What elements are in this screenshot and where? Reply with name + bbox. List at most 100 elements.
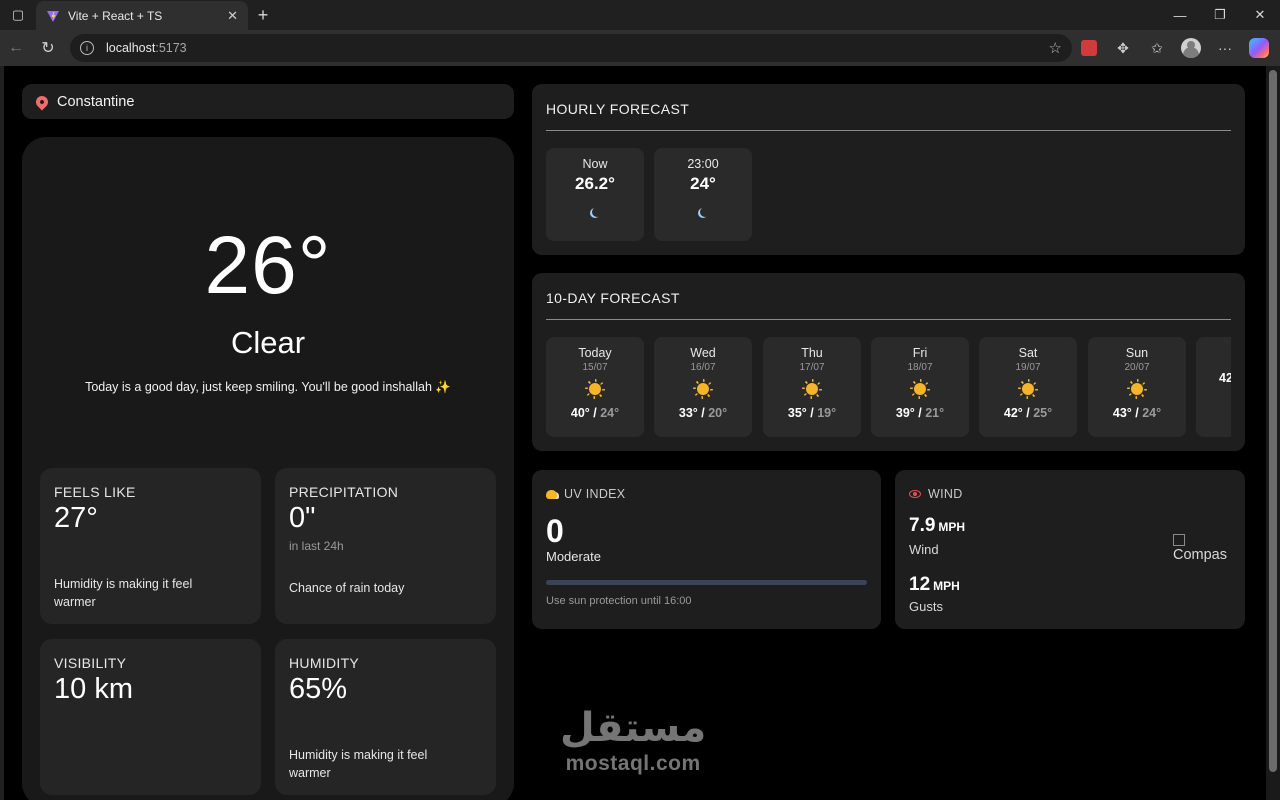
favorites-icon[interactable]: ✩ <box>1146 37 1168 59</box>
day-strip[interactable]: Today 15/07 40° / 24° Wed 16/07 33° / 20… <box>546 337 1231 437</box>
back-icon[interactable]: ← <box>0 33 32 63</box>
address-bar[interactable]: i localhost:5173 ☆ <box>70 34 1072 62</box>
hourly-time: Now <box>582 157 608 171</box>
sun-icon <box>1131 383 1143 395</box>
day-item: 42 <box>1196 337 1231 437</box>
star-icon[interactable]: ☆ <box>1049 39 1062 57</box>
day-high-low: 40° / 24° <box>570 406 620 420</box>
day-high-low: 42° / 25° <box>1003 406 1053 420</box>
day-high: 39° <box>895 406 915 420</box>
wind-header: WIND <box>909 487 963 501</box>
sun-icon <box>914 383 926 395</box>
humidity-value: 65% <box>289 673 348 705</box>
day-name: Thu <box>801 346 823 360</box>
wind-gusts-label: Gusts <box>909 599 943 614</box>
day-high-low: 43° / 24° <box>1112 406 1162 420</box>
hourly-divider <box>546 130 1231 131</box>
info-icon[interactable]: i <box>80 41 94 55</box>
day-low: 20° <box>708 406 728 420</box>
wind-gusts-unit: MPH <box>933 579 960 593</box>
restore-icon[interactable]: ❐ <box>1200 0 1240 30</box>
day-high-low: 39° / 21° <box>895 406 945 420</box>
page-viewport: Constantine 26° Clear Today is a good da… <box>4 66 1266 800</box>
precipitation-period: in last 24h <box>289 539 344 553</box>
day-high: 43° <box>1112 406 1132 420</box>
url-text[interactable]: localhost:5173 <box>106 41 1049 55</box>
window-close-icon[interactable]: ✕ <box>1240 0 1280 30</box>
day-name: Sun <box>1125 346 1149 360</box>
profile-icon[interactable] <box>1180 37 1202 59</box>
ten-day-forecast-card: 10-DAY FORECAST Today 15/07 40° / 24° We… <box>532 273 1245 451</box>
wind-speed-label: Wind <box>909 542 939 557</box>
puzzle-icon[interactable]: ✥ <box>1112 37 1134 59</box>
day-item: Today 15/07 40° / 24° <box>546 337 644 437</box>
humidity-card: HUMIDITY 65% Humidity is making it feel … <box>275 639 496 795</box>
eye-icon <box>909 490 921 498</box>
watermark: مستقل mostaql.com <box>560 704 706 776</box>
tenday-divider <box>546 319 1231 320</box>
watermark-arabic: مستقل <box>560 705 707 751</box>
day-date: 16/07 <box>690 362 716 373</box>
daily-message: Today is a good day, just keep smiling. … <box>85 380 451 394</box>
feels-like-value: 27° <box>54 502 98 534</box>
day-high-low: 35° / 19° <box>787 406 837 420</box>
hourly-forecast-card: HOURLY FORECAST Now 26.2° 23:00 24° <box>532 84 1245 255</box>
day-item: Sun 20/07 43° / 24° <box>1088 337 1186 437</box>
sun-icon <box>697 383 709 395</box>
tab-actions-icon[interactable]: ▢ <box>0 0 36 30</box>
current-temperature: 26° <box>204 220 332 311</box>
location-name: Constantine <box>57 93 135 110</box>
wind-speed: 7.9 MPH <box>909 515 965 537</box>
current-weather-panel: 26° Clear Today is a good day, just keep… <box>22 137 514 800</box>
tenday-title: 10-DAY FORECAST <box>546 290 680 306</box>
wind-title: WIND <box>928 487 963 501</box>
window-controls: — ❐ ✕ <box>1160 0 1280 30</box>
uv-value: 0 <box>546 513 564 549</box>
day-item: Thu 17/07 35° / 19° <box>763 337 861 437</box>
day-date: 15/07 <box>582 362 608 373</box>
wind-gusts: 12 MPH <box>909 574 960 596</box>
humidity-note: Humidity is making it feel warmer <box>289 748 428 780</box>
hourly-item: Now 26.2° <box>546 148 644 241</box>
wind-card: WIND 7.9 MPH Wind 12 MPH Gusts Compas <box>895 470 1245 629</box>
day-name: Wed <box>690 346 716 360</box>
scrollbar-thumb[interactable] <box>1269 70 1277 772</box>
day-low: 21° <box>925 406 945 420</box>
url-host: localhost <box>106 41 156 55</box>
day-high: 40° <box>570 406 590 420</box>
copilot-icon[interactable] <box>1248 37 1270 59</box>
plus-icon[interactable]: + <box>248 0 278 30</box>
day-name: Fri <box>912 346 928 360</box>
visibility-card: VISIBILITY 10 km <box>40 639 261 795</box>
precipitation-note: Chance of rain today <box>289 581 405 595</box>
uv-index-card: UV INDEX 0 Moderate Use sun protection u… <box>532 470 881 629</box>
page-scrollbar[interactable] <box>1266 66 1280 800</box>
toolbar-icons: ✥ ✩ ··· <box>1078 34 1270 62</box>
refresh-icon[interactable]: ↻ <box>32 33 64 63</box>
day-date: 17/07 <box>799 362 825 373</box>
uv-level: Moderate <box>546 549 601 564</box>
minimize-icon[interactable]: — <box>1160 0 1200 30</box>
hourly-temp: 24° <box>690 174 716 193</box>
tab-title: Vite + React + TS <box>68 9 163 23</box>
hourly-time: 23:00 <box>687 157 719 171</box>
feels-like-card: FEELS LIKE 27° Humidity is making it fee… <box>40 468 261 624</box>
visibility-value: 10 km <box>54 673 133 705</box>
extension-icon[interactable] <box>1078 37 1100 59</box>
day-high: 42 <box>1219 371 1231 385</box>
close-icon[interactable]: ✕ <box>227 8 238 24</box>
precipitation-value: 0" <box>289 502 316 534</box>
day-date: 19/07 <box>1015 362 1041 373</box>
visibility-label: VISIBILITY <box>54 655 127 671</box>
hourly-temp: 26.2° <box>575 174 615 193</box>
sun-icon <box>1022 383 1034 395</box>
moon-icon <box>700 207 710 217</box>
more-icon[interactable]: ··· <box>1214 37 1236 59</box>
sun-cloud-icon <box>546 489 557 499</box>
day-item: Sat 19/07 42° / 25° <box>979 337 1077 437</box>
uv-note: Use sun protection until 16:00 <box>546 595 692 607</box>
browser-titlebar: ▢ Vite + React + TS ✕ + — ❐ ✕ <box>0 0 1280 31</box>
browser-tab[interactable]: Vite + React + TS ✕ <box>36 1 248 31</box>
location-bar[interactable]: Constantine <box>22 84 514 119</box>
day-name: Today <box>578 346 612 360</box>
